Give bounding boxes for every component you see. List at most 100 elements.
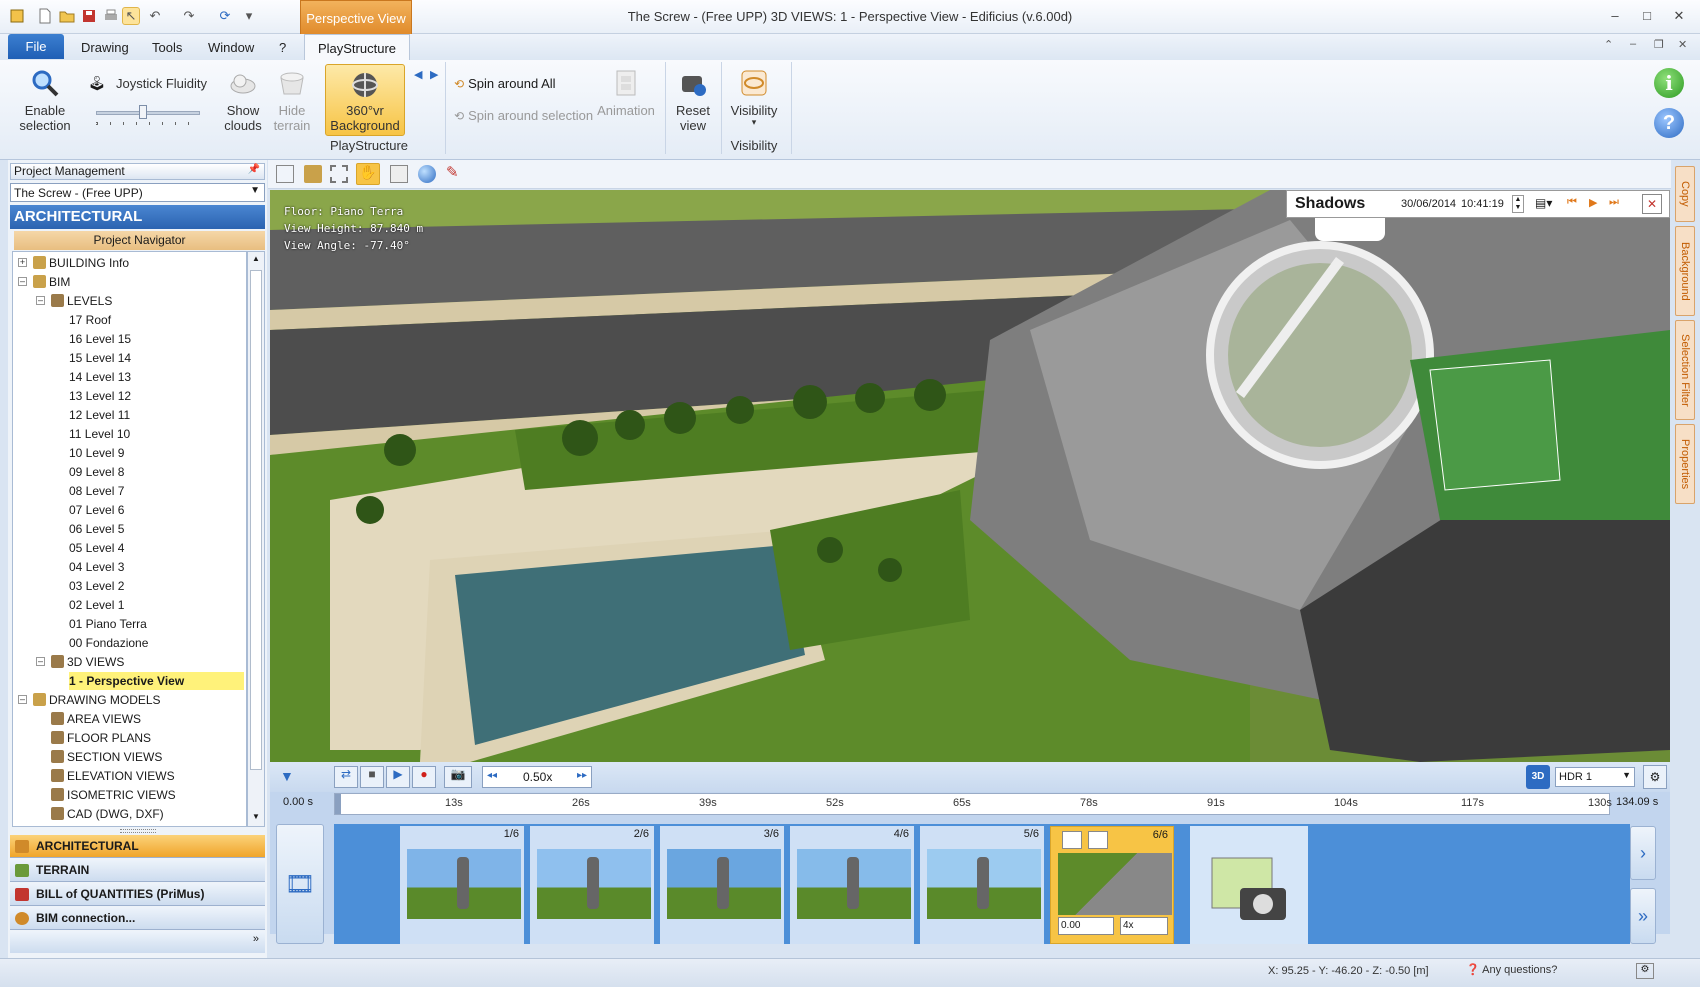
bottom-tab-bim-connection[interactable]: BIM connection... <box>10 907 265 930</box>
360vr-background-button[interactable]: 360°vr Background <box>325 64 405 136</box>
tab-playstructure[interactable]: PlayStructure <box>304 34 410 61</box>
landscape-icon[interactable] <box>1088 831 1108 849</box>
help-icon[interactable]: ? <box>1654 108 1684 138</box>
dock-tab-properties[interactable]: Properties <box>1675 424 1695 504</box>
tree-item[interactable]: CAD (DWG, DXF) <box>51 805 164 823</box>
tree-item[interactable]: 14 Level 13 <box>69 368 131 386</box>
maximize-button[interactable]: □ <box>1636 8 1658 26</box>
tree-item[interactable]: 17 Roof <box>69 311 111 329</box>
tree-scrollbar[interactable]: ▲ ▼ <box>247 251 265 827</box>
tree-item[interactable]: 00 Fondazione <box>69 634 148 652</box>
new-file-icon[interactable] <box>36 7 54 25</box>
tree-item[interactable]: 03 Level 2 <box>69 577 124 595</box>
brush-icon[interactable]: ✎ <box>446 163 459 181</box>
shadows-time[interactable]: 10:41:19 <box>1461 198 1504 210</box>
splitter-grip[interactable] <box>120 829 156 833</box>
hdr-select[interactable]: HDR 1 ▼ <box>1555 767 1635 787</box>
scroll-thumb[interactable] <box>250 270 262 770</box>
play-icon[interactable]: ▶ <box>1589 196 1597 209</box>
add-frame-button[interactable] <box>1190 826 1308 944</box>
bottom-tabs-overflow[interactable]: » <box>10 931 265 953</box>
speed-decrease-icon[interactable]: ◂◂ <box>487 770 497 781</box>
frame-multiplier-input[interactable]: 4x <box>1120 917 1168 935</box>
tree-item[interactable]: BIM <box>33 273 70 291</box>
enable-selection-button[interactable]: Enable selection <box>14 68 76 133</box>
tree-item[interactable]: 12 Level 11 <box>69 406 130 424</box>
tree-item[interactable]: 1 - Perspective View <box>69 672 244 690</box>
keyframe-thumbnail[interactable]: 5/6 <box>920 826 1044 944</box>
texture-icon[interactable] <box>304 165 322 183</box>
camera-icon[interactable] <box>1062 831 1082 849</box>
doc-restore-icon[interactable]: ❐ <box>1654 38 1664 51</box>
scroll-up-icon[interactable]: ▲ <box>250 254 262 266</box>
tree-expander[interactable]: – <box>36 296 45 305</box>
skip-end-icon[interactable]: ⏭ <box>1609 196 1619 209</box>
undo-icon[interactable]: ↶ <box>146 7 164 25</box>
keyframe-thumbnail[interactable]: 4/6 <box>790 826 914 944</box>
tree-item[interactable]: 13 Level 12 <box>69 387 131 405</box>
scroll-down-icon[interactable]: ▼ <box>250 812 262 824</box>
pan-hand-icon[interactable]: ✋ <box>356 163 380 185</box>
menu-drawing[interactable]: Drawing <box>81 40 129 55</box>
pin-icon[interactable]: 📌 <box>248 164 260 175</box>
frame-time-input[interactable]: 0.00 <box>1058 917 1114 935</box>
info-icon[interactable]: i <box>1654 68 1684 98</box>
stop-icon[interactable]: ■ <box>360 766 384 788</box>
print-icon[interactable] <box>102 7 120 25</box>
open-folder-icon[interactable] <box>58 7 76 25</box>
settings-icon[interactable]: ⚙ <box>1643 765 1667 789</box>
tree-item[interactable]: ISOMETRIC VIEWS <box>51 786 176 804</box>
doc-minimize-icon[interactable]: – <box>1630 38 1636 50</box>
tree-item[interactable]: 15 Level 14 <box>69 349 131 367</box>
tree-expander[interactable]: – <box>36 657 45 666</box>
next-frame-icon[interactable]: › <box>1630 826 1656 880</box>
doc-close-icon[interactable]: ✕ <box>1678 38 1687 51</box>
tree-item[interactable]: 09 Level 8 <box>69 463 124 481</box>
tree-item[interactable]: 05 Level 4 <box>69 539 124 557</box>
skip-start-icon[interactable]: ⏮ <box>1567 196 1577 209</box>
filmstrip-icon[interactable]: 🎞 <box>276 824 324 944</box>
close-shadows-icon[interactable]: ✕ <box>1642 194 1662 214</box>
tree-expander[interactable]: + <box>18 258 27 267</box>
joystick-slider-thumb[interactable] <box>139 105 148 119</box>
tree-item[interactable]: BUILDING Info <box>33 254 129 272</box>
collapse-arrow-icon[interactable]: ▼ <box>280 768 294 784</box>
next-arrow-icon[interactable]: ▶ <box>430 68 438 81</box>
minimize-button[interactable]: – <box>1604 8 1626 26</box>
speed-increase-icon[interactable]: ▸▸ <box>577 770 587 781</box>
file-menu-button[interactable]: File <box>8 34 64 59</box>
tree-item[interactable]: AREA VIEWS <box>51 710 141 728</box>
loop-icon[interactable]: ⇄ <box>334 766 358 788</box>
timeline-playhead[interactable] <box>335 794 341 814</box>
select-pointer-icon[interactable]: ↖ <box>122 7 140 25</box>
status-settings-icon[interactable]: ⚙ <box>1636 963 1654 979</box>
tree-expander[interactable]: – <box>18 277 27 286</box>
spin-around-all-button[interactable]: ⟲ Spin around All <box>454 76 556 91</box>
hide-terrain-button[interactable]: Hide terrain <box>268 68 316 133</box>
animation-button[interactable]: Animation <box>595 68 657 118</box>
3d-hdr-icon[interactable]: 3D <box>1526 765 1550 789</box>
tree-view-icon[interactable] <box>276 165 294 183</box>
3d-perspective-viewport[interactable] <box>270 190 1670 762</box>
tree-item[interactable]: DRAWING MODELS <box>33 691 161 709</box>
dock-tab-background[interactable]: Background <box>1675 226 1695 316</box>
tree-item[interactable]: 11 Level 10 <box>69 425 130 443</box>
camera-capture-icon[interactable]: 📷 <box>444 766 472 788</box>
dock-tab-selection-filter[interactable]: Selection Filter <box>1675 320 1695 420</box>
prev-arrow-icon[interactable]: ◀ <box>414 68 422 81</box>
keyframe-thumbnail[interactable]: 6/6 0.00 4x <box>1050 826 1174 944</box>
bottom-tab-architectural[interactable]: ARCHITECTURAL <box>10 835 265 858</box>
tree-item[interactable]: 08 Level 7 <box>69 482 124 500</box>
show-clouds-button[interactable]: Show clouds <box>218 68 268 133</box>
tree-expander[interactable]: – <box>18 695 27 704</box>
tree-item[interactable]: 16 Level 15 <box>69 330 131 348</box>
sphere-icon[interactable] <box>418 165 436 183</box>
bottom-tab-terrain[interactable]: TERRAIN <box>10 859 265 882</box>
dock-tab-copy[interactable]: Copy <box>1675 166 1695 222</box>
play-animation-icon[interactable]: ▶ <box>386 766 410 788</box>
record-icon[interactable]: ● <box>412 766 436 788</box>
visibility-button[interactable]: Visibility ▾ <box>726 68 782 127</box>
app-icon[interactable] <box>8 7 26 25</box>
tree-item[interactable]: 10 Level 9 <box>69 444 124 462</box>
menu-tools[interactable]: Tools <box>152 40 182 55</box>
